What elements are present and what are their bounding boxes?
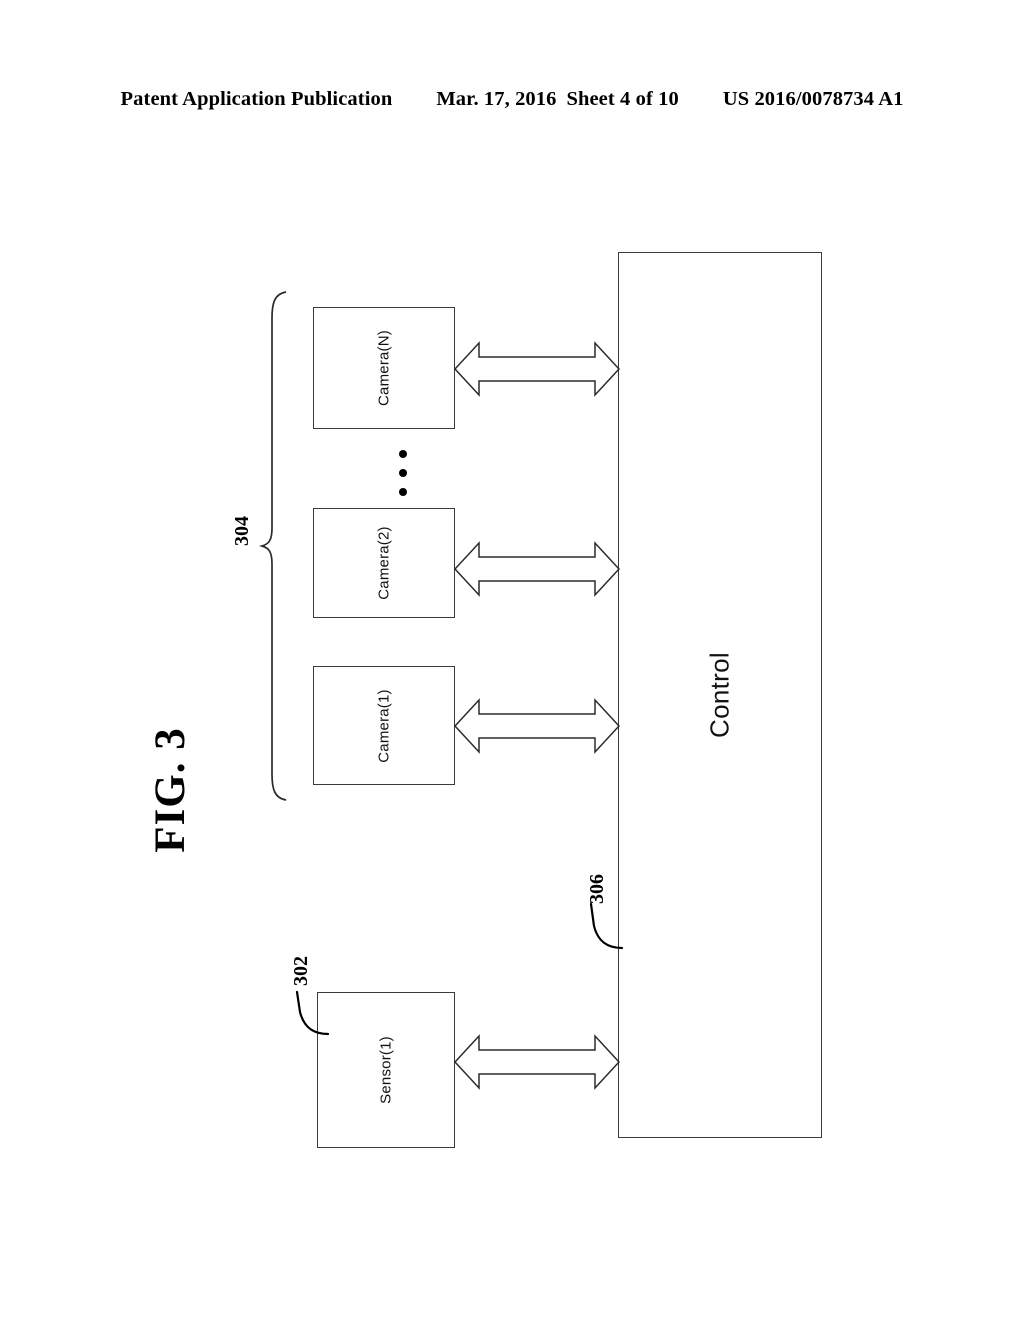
connector-camera-1-to-control-arrow-icon	[453, 698, 621, 754]
reference-numeral-304: 304	[230, 516, 253, 546]
block-camera-1-label: Camera(1)	[375, 688, 393, 763]
connector-camera-2-to-control-arrow-icon	[453, 541, 621, 597]
ellipsis-dot	[399, 450, 407, 458]
block-camera-n: Camera(N)	[313, 307, 455, 429]
figure-caption: FIG. 3	[146, 727, 194, 853]
connector-sensor-1-to-control-arrow-icon	[453, 1034, 621, 1090]
block-sensor-1: Sensor(1)	[317, 992, 455, 1148]
ellipsis-dot	[399, 488, 407, 496]
vertical-ellipsis-icon	[398, 450, 408, 496]
reference-numeral-302: 302	[289, 956, 312, 986]
patent-figure: FIG. 3 Control Camera(N) Camera(2) Camer…	[0, 0, 1024, 1320]
connector-camera-n-to-control-arrow-icon	[453, 341, 621, 397]
camera-group-brace	[258, 291, 287, 801]
ellipsis-dot	[399, 469, 407, 477]
reference-numeral-306: 306	[585, 874, 608, 904]
block-camera-1: Camera(1)	[313, 666, 455, 785]
block-sensor-1-label: Sensor(1)	[377, 1036, 395, 1104]
block-camera-2-label: Camera(2)	[375, 526, 393, 600]
block-camera-2: Camera(2)	[313, 508, 455, 618]
block-control-label: Control	[704, 652, 735, 738]
block-control: Control	[618, 252, 822, 1138]
block-camera-n-label: Camera(N)	[375, 330, 393, 406]
